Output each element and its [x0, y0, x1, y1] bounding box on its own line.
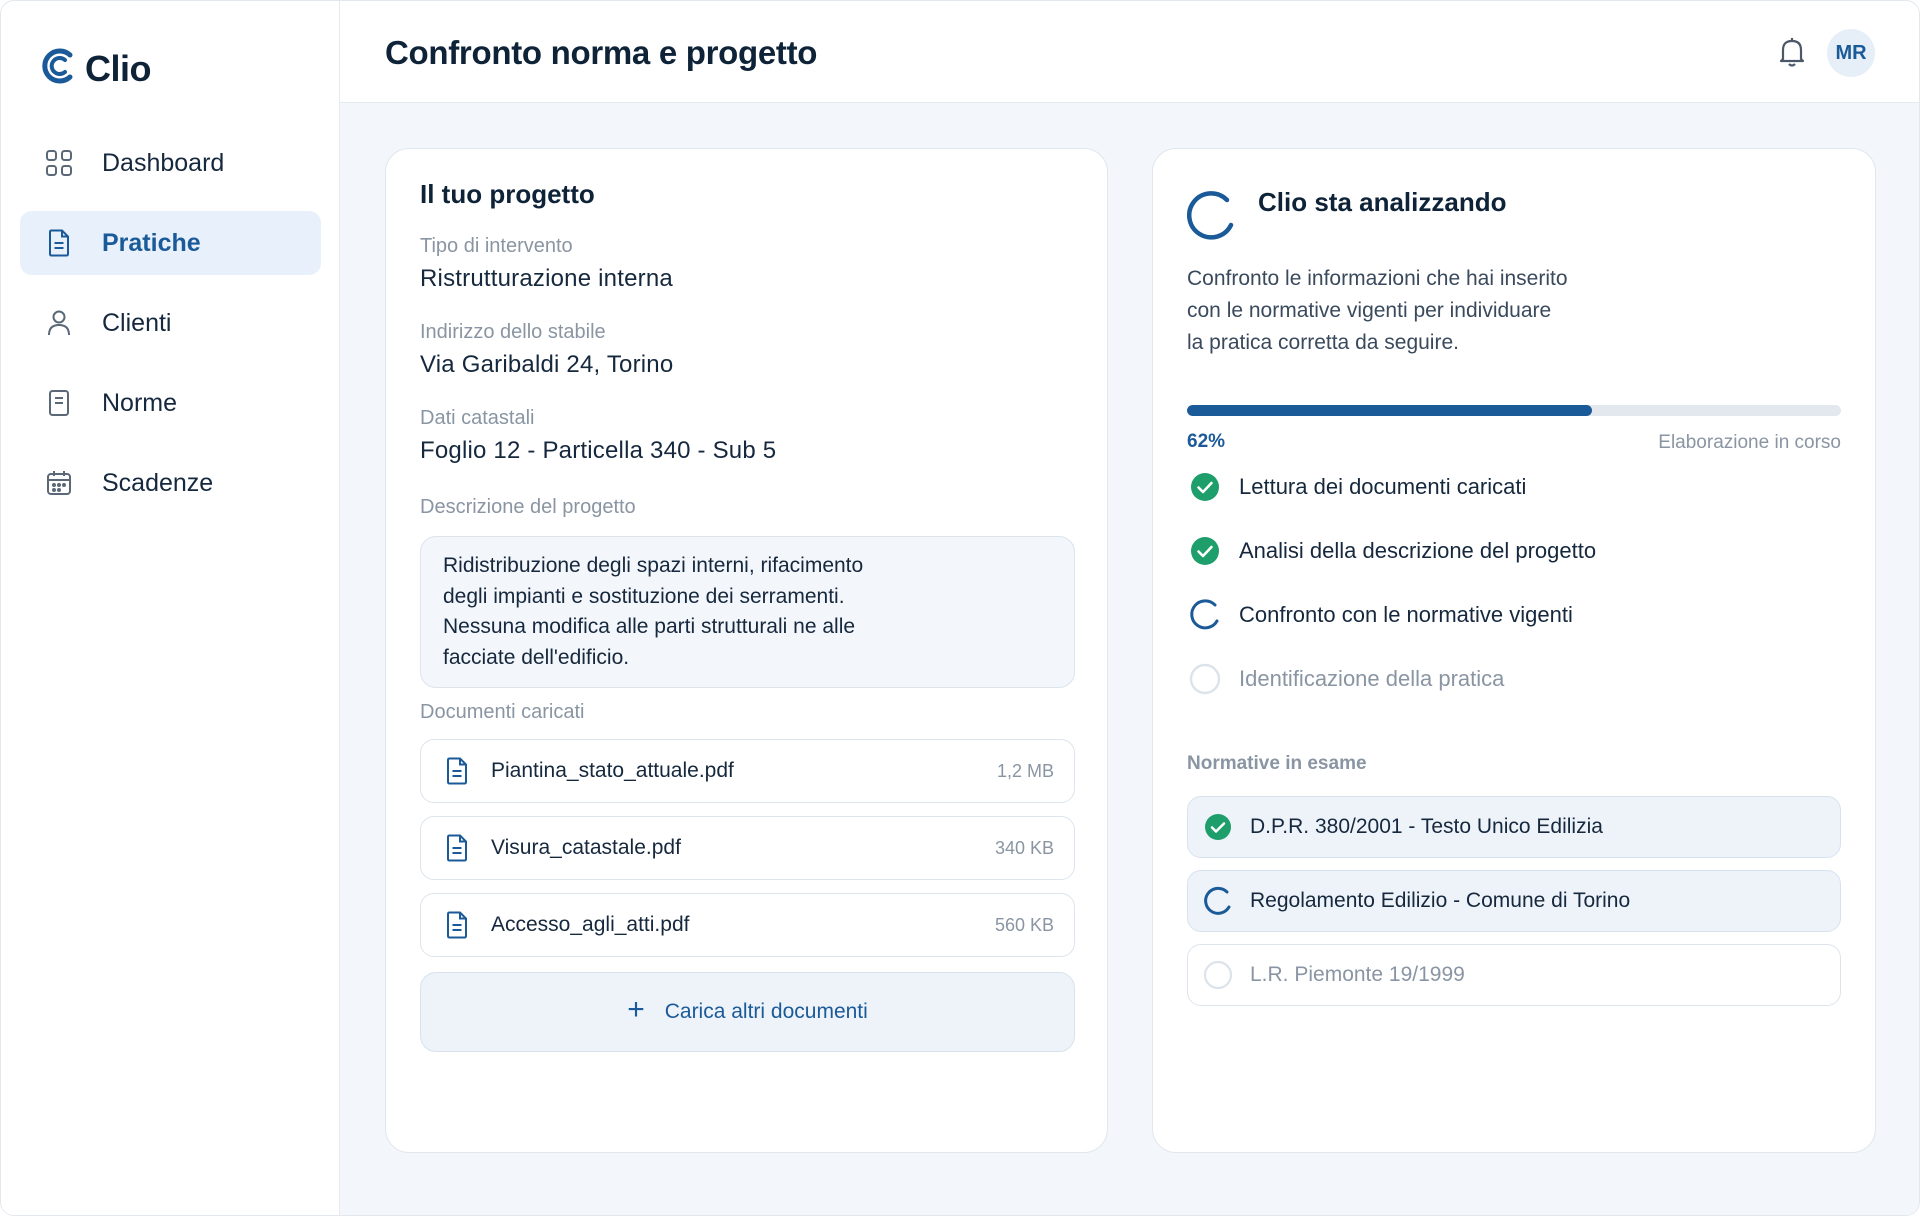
- sidebar-nav: Dashboard Pratiche Clienti Norme Scadenz…: [20, 131, 321, 531]
- loading-spinner-icon: [1187, 191, 1237, 241]
- avatar[interactable]: MR: [1827, 29, 1875, 77]
- document-size: 340 KB: [994, 837, 1054, 858]
- book-icon: [44, 388, 74, 418]
- analysis-description: Confronto le informazioni che hai inseri…: [1187, 263, 1568, 359]
- app-name: Clio: [85, 47, 152, 89]
- sidebar: Clio Dashboard Pratiche Clienti Norme Sc…: [1, 1, 340, 1215]
- sidebar-item-label: Norme: [102, 388, 178, 417]
- cadastral-data-value: Foglio 12 - Particella 340 - Sub 5: [420, 437, 777, 464]
- description-line: facciate dell'edificio.: [443, 645, 630, 669]
- progress-percent: 62%: [1187, 431, 1226, 452]
- field-label: Indirizzo dello stabile: [420, 321, 606, 343]
- loading-spinner-icon: [1202, 885, 1234, 917]
- field-label: Dati catastali: [420, 407, 535, 429]
- step-label: Confronto con le normative vigenti: [1239, 602, 1573, 627]
- empty-circle-icon: [1189, 663, 1221, 695]
- address-value: Via Garibaldi 24, Torino: [420, 351, 674, 378]
- analysis-card: Clio sta analizzando Confronto le inform…: [1152, 148, 1876, 1153]
- progress-status: Elaborazione in corso: [1658, 432, 1841, 453]
- norm-label: L.R. Piemonte 19/1999: [1250, 963, 1465, 986]
- document-size: 1,2 MB: [996, 760, 1054, 781]
- sidebar-item-clienti[interactable]: Clienti: [20, 291, 321, 355]
- document-icon: [44, 228, 74, 258]
- check-circle-icon: [1189, 535, 1221, 567]
- norm-row[interactable]: D.P.R. 380/2001 - Testo Unico Edilizia: [1187, 796, 1841, 858]
- file-icon: [443, 833, 471, 863]
- document-row[interactable]: Accesso_agli_atti.pdf 560 KB: [420, 893, 1075, 957]
- documents-label: Documenti caricati: [420, 701, 585, 723]
- norms-section-label: Normative in esame: [1187, 753, 1367, 774]
- norm-label: Regolamento Edilizio - Comune di Torino: [1250, 889, 1631, 912]
- description-line: Ridistribuzione degli spazi interni, rif…: [443, 554, 864, 577]
- document-name: Accesso_agli_atti.pdf: [491, 913, 690, 936]
- top-header: Confronto norma e progetto MR: [340, 1, 1919, 103]
- file-icon: [443, 756, 471, 786]
- check-circle-icon: [1189, 471, 1221, 503]
- file-icon: [443, 910, 471, 940]
- analysis-title: Clio sta analizzando: [1258, 187, 1507, 217]
- norm-row[interactable]: Regolamento Edilizio - Comune di Torino: [1187, 870, 1841, 932]
- sidebar-item-norme[interactable]: Norme: [20, 371, 321, 435]
- analysis-description-line: Confronto le informazioni che hai inseri…: [1187, 267, 1568, 290]
- step-label: Analisi della descrizione del progetto: [1239, 538, 1597, 563]
- calendar-icon: [44, 468, 74, 498]
- analysis-step: Confronto con le normative vigenti: [1189, 598, 1573, 632]
- bell-icon[interactable]: [1776, 35, 1808, 69]
- intervention-type-value: Ristrutturazione interna: [420, 265, 673, 292]
- sidebar-item-dashboard[interactable]: Dashboard: [20, 131, 321, 195]
- description-line: Nessuna modifica alle parti strutturali …: [443, 615, 856, 638]
- analysis-step: Analisi della descrizione del progetto: [1189, 534, 1596, 568]
- sidebar-item-label: Pratiche: [102, 228, 201, 257]
- step-label: Identificazione della pratica: [1239, 666, 1505, 691]
- loading-spinner-icon: [1189, 599, 1221, 631]
- project-card: Il tuo progetto Tipo di intervento Ristr…: [385, 148, 1108, 1153]
- document-row[interactable]: Piantina_stato_attuale.pdf 1,2 MB: [420, 739, 1075, 803]
- progress-bar-fill: [1187, 405, 1593, 416]
- check-circle-icon: [1202, 811, 1234, 843]
- progress-bar: [1187, 405, 1841, 416]
- norm-label: D.P.R. 380/2001 - Testo Unico Edilizia: [1250, 815, 1603, 838]
- grid-icon: [44, 148, 74, 178]
- sidebar-item-label: Scadenze: [102, 468, 214, 497]
- document-name: Piantina_stato_attuale.pdf: [491, 759, 734, 782]
- analysis-description-line: la pratica corretta da seguire.: [1187, 331, 1459, 354]
- plus-icon: +: [627, 993, 645, 1026]
- empty-circle-icon: [1202, 959, 1234, 991]
- upload-documents-button[interactable]: + Carica altri documenti: [420, 972, 1075, 1052]
- logo[interactable]: Clio: [37, 45, 152, 92]
- clio-logo-icon: [37, 45, 79, 92]
- analysis-step: Lettura dei documenti caricati: [1189, 470, 1526, 504]
- sidebar-item-label: Dashboard: [102, 148, 225, 177]
- description-label: Descrizione del progetto: [420, 496, 636, 518]
- app-window: Clio Dashboard Pratiche Clienti Norme Sc…: [0, 0, 1920, 1216]
- sidebar-item-scadenze[interactable]: Scadenze: [20, 451, 321, 515]
- step-label: Lettura dei documenti caricati: [1239, 474, 1527, 499]
- project-description: Ridistribuzione degli spazi interni, rif…: [420, 536, 1075, 688]
- description-line: degli impianti e sostituzione dei serram…: [443, 584, 845, 608]
- sidebar-item-pratiche[interactable]: Pratiche: [20, 211, 321, 275]
- sidebar-item-label: Clienti: [102, 308, 172, 337]
- upload-button-label: Carica altri documenti: [664, 1000, 868, 1023]
- analysis-step: Identificazione della pratica: [1189, 662, 1504, 696]
- document-row[interactable]: Visura_catastale.pdf 340 KB: [420, 816, 1075, 880]
- user-icon: [44, 308, 74, 338]
- main-content: Il tuo progetto Tipo di intervento Ristr…: [340, 103, 1919, 1215]
- document-size: 560 KB: [994, 914, 1054, 935]
- analysis-description-line: con le normative vigenti per individuare: [1187, 299, 1552, 322]
- norm-row[interactable]: L.R. Piemonte 19/1999: [1187, 944, 1841, 1006]
- page-title: Confronto norma e progetto: [385, 34, 818, 71]
- project-card-title: Il tuo progetto: [420, 179, 595, 209]
- document-name: Visura_catastale.pdf: [491, 836, 681, 859]
- field-label: Tipo di intervento: [420, 235, 573, 257]
